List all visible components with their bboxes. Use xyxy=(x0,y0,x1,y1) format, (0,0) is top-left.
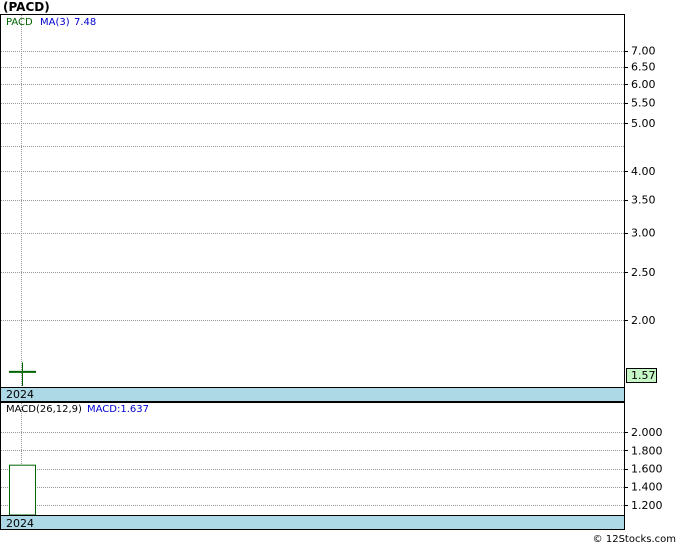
macd-panel-frame xyxy=(0,402,625,530)
price-x-label: 2024 xyxy=(6,388,34,401)
price-tick-label: 4.00 xyxy=(631,165,656,178)
price-tick-label: 5.00 xyxy=(631,117,656,130)
price-tick-label: 2.50 xyxy=(631,266,656,279)
price-tick-label: 6.50 xyxy=(631,61,656,74)
price-candle-body xyxy=(9,370,36,373)
price-legend-ma: MA(3) xyxy=(40,17,70,28)
price-legend-ma-value: 7.48 xyxy=(74,17,96,28)
stock-chart: 7.00 6.50 6.00 5.50 5.00 4.00 3.50 3.00 2.50 2.00… xyxy=(0,14,663,530)
macd-tick-label: 1.800 xyxy=(631,444,663,457)
macd-legend-value: MACD:1.637 xyxy=(87,404,149,415)
macd-axis-band xyxy=(0,515,625,530)
macd-bar xyxy=(9,464,36,516)
price-tick-label: 3.00 xyxy=(631,227,656,240)
macd-tick-label: 1.400 xyxy=(631,481,663,494)
macd-legend-label: MACD(26,12,9) xyxy=(6,404,82,415)
price-tick-label: 3.50 xyxy=(631,194,656,207)
macd-tick-label: 2.000 xyxy=(631,426,663,439)
watermark: © 12Stocks.com xyxy=(592,534,676,545)
price-panel-frame xyxy=(0,14,625,403)
price-tick-label: 7.00 xyxy=(631,45,656,58)
last-price-label: 1.57 xyxy=(631,369,656,382)
price-tick-label: 6.00 xyxy=(631,78,656,91)
price-axis-band xyxy=(0,387,625,402)
price-tick-label: 2.00 xyxy=(631,314,656,327)
price-tick-label: 5.50 xyxy=(631,97,656,110)
macd-tick-label: 1.200 xyxy=(631,499,663,512)
macd-tick-label: 1.600 xyxy=(631,463,663,476)
chart-root: (PACD) 7.00 6.50 6.00 5.50 5.00 4.00 3.50 3.00 2… xyxy=(0,0,680,546)
price-legend-symbol: PACD xyxy=(6,17,33,28)
macd-x-label: 2024 xyxy=(6,517,34,530)
